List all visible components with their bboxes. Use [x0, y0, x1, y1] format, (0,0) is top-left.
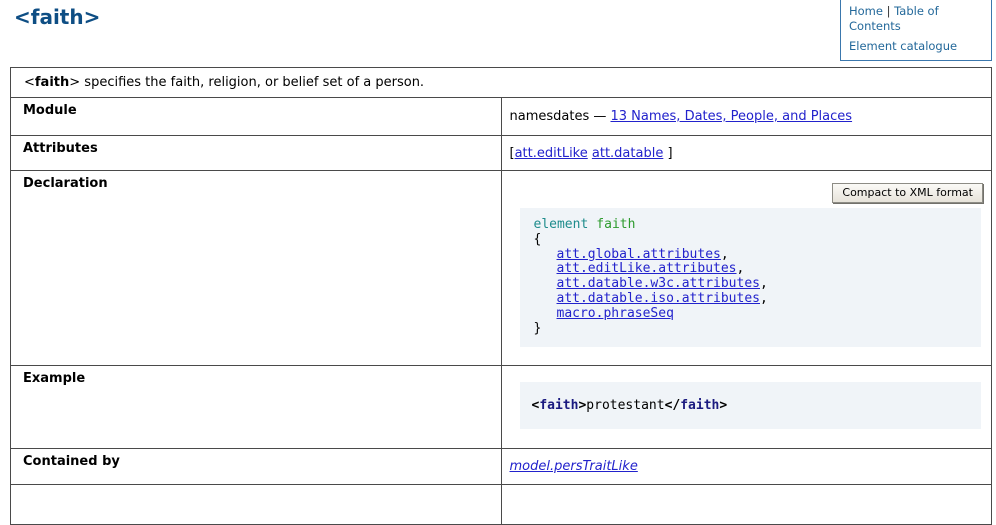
module-row: Module namesdates — 13 Names, Dates, Peo… [11, 98, 992, 136]
example-row: Example <faith>protestant</faith> [11, 365, 992, 448]
page-header: <faith> Home | Table of Contents Element… [0, 0, 996, 67]
example-close-close-bracket: > [719, 398, 727, 413]
contained-by-label: Contained by [11, 448, 502, 484]
attributes-row: Attributes [att.editLike att.datable ] [11, 136, 992, 171]
description-tag: <faith> [24, 75, 80, 90]
attributes-content: [att.editLike att.datable ] [501, 136, 992, 171]
code-comma: , [721, 247, 729, 262]
description-text: specifies the faith, religion, or belief… [80, 75, 424, 90]
example-text: protestant [586, 398, 664, 413]
model-perstraitlike-link[interactable]: model.persTraitLike [510, 459, 638, 474]
code-element-name: faith [596, 217, 635, 232]
code-keyword: element [534, 217, 589, 232]
page-title: <faith> [14, 5, 100, 29]
code-line-link: att.datable.w3c.attributes, [534, 277, 968, 292]
nav-line-1: Home | Table of Contents [849, 4, 983, 34]
nav-home-link[interactable]: Home [849, 4, 883, 18]
example-code: <faith>protestant</faith> [520, 382, 982, 429]
attributes-close-bracket: ] [663, 146, 672, 161]
code-comma: , [760, 291, 768, 306]
element-description: <faith> specifies the faith, religion, o… [11, 68, 992, 98]
contained-by-row: Contained by model.persTraitLike [11, 448, 992, 484]
element-spec-table: <faith> specifies the faith, religion, o… [10, 67, 992, 525]
example-close-tag-name: faith [680, 398, 719, 413]
nav-separator: | [887, 4, 891, 18]
code-line-link: att.editLike.attributes, [534, 262, 968, 277]
att-editlike-attributes-link[interactable]: att.editLike.attributes [557, 261, 737, 276]
att-editlike-link[interactable]: att.editLike [515, 146, 588, 161]
code-line-link: att.datable.iso.attributes, [534, 292, 968, 307]
attributes-label: Attributes [11, 136, 502, 171]
code-line-link: att.global.attributes, [534, 248, 968, 263]
module-label: Module [11, 98, 502, 136]
contained-by-content: model.persTraitLike [501, 448, 992, 484]
code-open-brace: { [534, 233, 968, 248]
nav-box: Home | Table of Contents Element catalog… [840, 0, 992, 61]
declaration-content: Compact to XML format element faith { att… [501, 171, 992, 366]
code-comma: , [737, 261, 745, 276]
module-name: namesdates — [510, 109, 611, 124]
nav-line-2: Element catalogue [849, 39, 983, 54]
example-open-tag-name: faith [539, 398, 578, 413]
compact-to-xml-button[interactable]: Compact to XML format [832, 183, 983, 203]
att-datable-w3c-attributes-link[interactable]: att.datable.w3c.attributes [557, 276, 761, 291]
declaration-toolbar: Compact to XML format [506, 183, 984, 205]
code-comma: , [760, 276, 768, 291]
example-content: <faith>protestant</faith> [501, 365, 992, 448]
att-datable-link[interactable]: att.datable [592, 146, 663, 161]
module-chapter-link[interactable]: 13 Names, Dates, People, and Places [611, 109, 853, 124]
nav-element-catalogue-link[interactable]: Element catalogue [849, 39, 957, 53]
code-line-element: element faith [534, 218, 968, 233]
partial-bottom-row [11, 484, 992, 524]
code-close-brace: } [534, 322, 968, 337]
declaration-label: Declaration [11, 171, 502, 366]
example-label: Example [11, 365, 502, 448]
example-close-bracket: </ [665, 398, 681, 413]
code-line-link: macro.phraseSeq [534, 307, 968, 322]
declaration-code: element faith { att.global.attributes, at… [520, 208, 982, 347]
att-global-attributes-link[interactable]: att.global.attributes [557, 247, 721, 262]
partial-row-label [11, 484, 502, 524]
partial-row-content [501, 484, 992, 524]
att-datable-iso-attributes-link[interactable]: att.datable.iso.attributes [557, 291, 761, 306]
macro-phraseseq-link[interactable]: macro.phraseSeq [557, 306, 674, 321]
declaration-row: Declaration Compact to XML format elemen… [11, 171, 992, 366]
description-row: <faith> specifies the faith, religion, o… [11, 68, 992, 98]
module-content: namesdates — 13 Names, Dates, People, an… [501, 98, 992, 136]
